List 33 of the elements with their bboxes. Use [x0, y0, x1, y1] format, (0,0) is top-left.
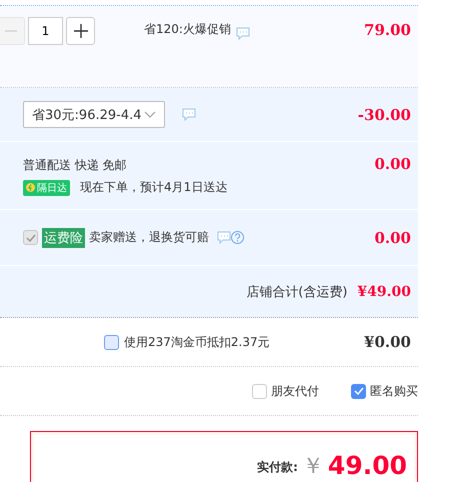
coupon-amount: -30.00	[358, 106, 411, 124]
delivery-estimate: 现在下单，预计4月1日送达	[80, 179, 228, 196]
plus-button[interactable]	[66, 17, 95, 45]
shop-total-amount: ¥49.00	[357, 284, 411, 300]
payment-label: 实付款:	[257, 459, 298, 476]
comment-icon[interactable]	[236, 27, 250, 40]
insurance-text: 卖家赠送，退换货可赔	[89, 229, 209, 246]
item-price: 79.00	[364, 21, 411, 39]
promo-text: 省120:火爆促销	[144, 21, 231, 38]
check-icon	[354, 387, 364, 395]
coins-amount: ¥0.00	[364, 333, 411, 351]
coins-label: 使用237淘金币抵扣2.37元	[124, 334, 270, 350]
shipping-method: 普通配送 快递 免邮	[23, 157, 128, 174]
check-icon	[26, 234, 36, 242]
comment-icon[interactable]	[217, 231, 231, 244]
insurance-amount: 0.00	[374, 228, 411, 246]
currency-sign: ￥	[302, 456, 324, 478]
coins-checkbox[interactable]	[104, 334, 119, 350]
chevron-down-icon	[144, 110, 156, 118]
option-checkbox[interactable]	[252, 384, 267, 398]
shipping-amount: 0.00	[374, 155, 411, 173]
insurance-tag: 运费险	[42, 228, 85, 248]
option-checkbox[interactable]	[351, 384, 366, 398]
option-label: 朋友代付	[271, 382, 319, 400]
option-label: 匿名购买	[370, 382, 418, 400]
coupon-dropdown[interactable]: 省30元:96.29-4.4	[23, 101, 165, 128]
help-icon[interactable]	[231, 231, 244, 244]
delivery-badge: 隔日达	[23, 180, 70, 196]
quantity-field[interactable]: 1	[28, 17, 63, 45]
shop-total-label: 店铺合计(含运费)	[246, 284, 348, 300]
payment-amount: 49.00	[328, 453, 407, 478]
plus-icon	[74, 24, 88, 38]
comment-icon[interactable]	[182, 108, 196, 121]
